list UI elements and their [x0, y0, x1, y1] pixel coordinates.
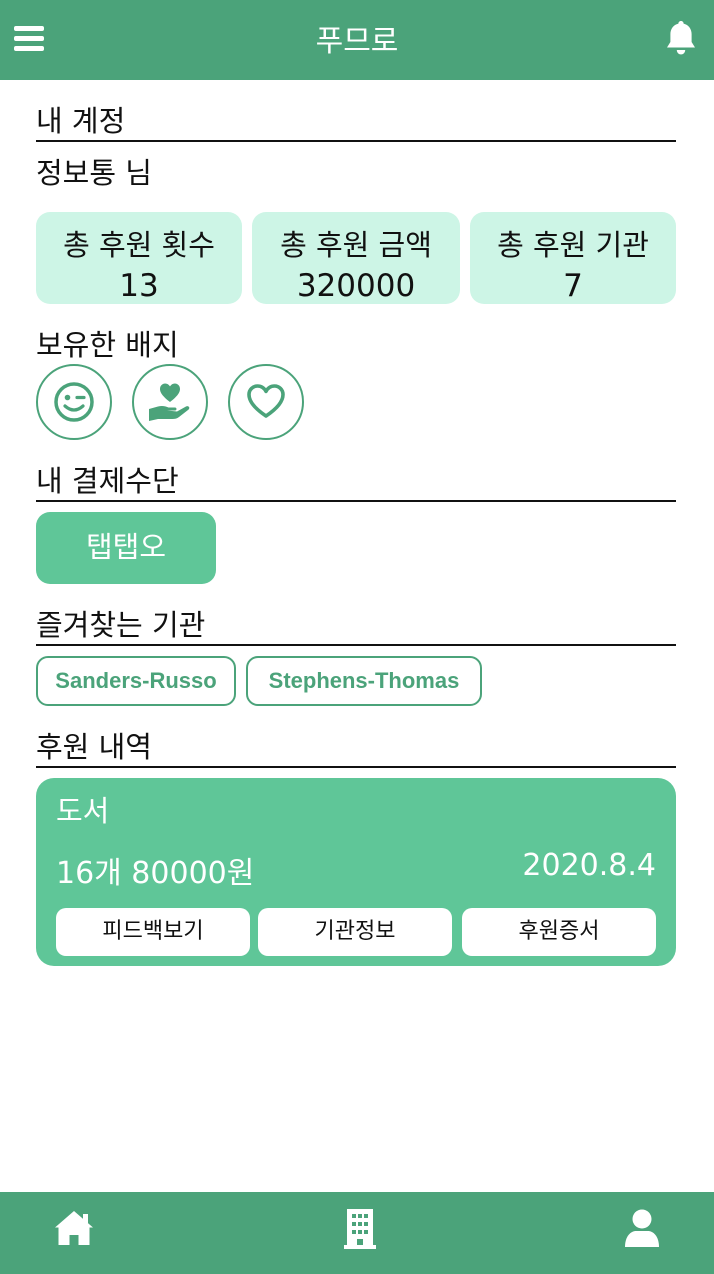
badges-section-title: 보유한 배지 [36, 328, 179, 362]
badge-heart[interactable] [228, 364, 304, 440]
app-title: 푸므로 [315, 24, 399, 59]
organization-info-button[interactable]: 기관정보 [258, 908, 452, 956]
user-name: 정보통 님 [36, 156, 152, 190]
stat-donation-amount: 총 후원 금액 320000 [252, 212, 460, 304]
bottom-tab-bar [0, 1192, 714, 1274]
favorites-section-title: 즐겨찾는 기관 [36, 602, 676, 646]
badge-wink[interactable] [36, 364, 112, 440]
stat-organization-count: 총 후원 기관 7 [470, 212, 676, 304]
donation-summary: 16개 80000원 [56, 856, 255, 891]
winking-smile-icon [54, 382, 94, 422]
stat-label: 총 후원 횟수 [63, 228, 215, 262]
home-icon[interactable] [52, 1206, 96, 1250]
bell-icon[interactable] [664, 20, 698, 56]
badge-heart-hand[interactable] [132, 364, 208, 440]
history-section-title: 후원 내역 [36, 724, 676, 768]
stat-donation-count: 총 후원 횟수 13 [36, 212, 242, 304]
building-icon[interactable] [338, 1206, 382, 1250]
user-icon[interactable] [620, 1206, 664, 1250]
stat-label: 총 후원 금액 [280, 228, 432, 262]
view-feedback-button[interactable]: 피드백보기 [56, 908, 250, 956]
app-header: 푸므로 [0, 0, 714, 80]
donation-date: 2020.8.4 [522, 848, 656, 883]
payment-method-button[interactable]: 탭탭오 [36, 512, 216, 584]
donation-category: 도서 [56, 794, 110, 828]
stat-label: 총 후원 기관 [497, 228, 649, 262]
payment-section-title: 내 결제수단 [36, 458, 676, 502]
stat-value: 320000 [296, 268, 416, 304]
heart-outline-icon [247, 384, 285, 418]
favorite-organization-chip[interactable]: Stephens-Thomas [246, 656, 482, 706]
stat-value: 7 [563, 268, 583, 304]
favorite-organization-chip[interactable]: Sanders-Russo [36, 656, 236, 706]
heart-in-hand-icon [149, 383, 190, 421]
donation-history-card: 도서 16개 80000원 2020.8.4 피드백보기 기관정보 후원증서 [36, 778, 676, 966]
donation-certificate-button[interactable]: 후원증서 [462, 908, 656, 956]
stat-value: 13 [119, 268, 159, 304]
account-section-title: 내 계정 [36, 98, 676, 142]
